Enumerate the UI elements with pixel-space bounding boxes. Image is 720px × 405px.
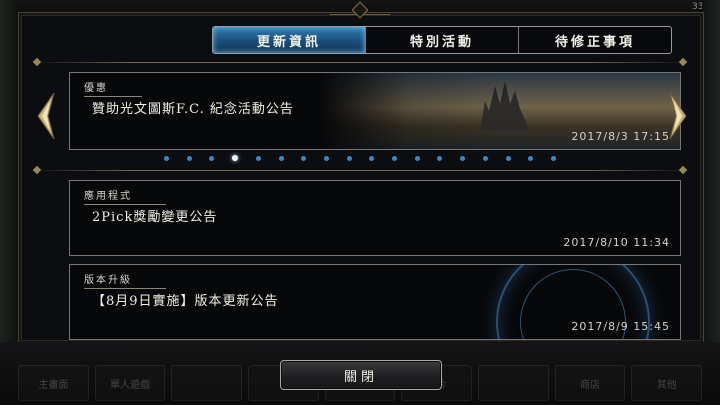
next-arrow-icon[interactable] xyxy=(668,92,688,140)
card-date: 2017/8/3 17:15 xyxy=(571,130,670,143)
bottom-nav-item: 單人遊戲 xyxy=(94,365,166,401)
top-ornament xyxy=(330,0,390,15)
card-title: 贊助光文圖斯F.C. 紀念活動公告 xyxy=(92,102,294,117)
card-title: 【8月9日實施】版本更新公告 xyxy=(92,294,279,309)
carousel-dot[interactable] xyxy=(460,155,466,161)
carousel-dot[interactable] xyxy=(482,155,488,161)
tab-special-events[interactable]: 特別活動 xyxy=(366,27,519,53)
carousel-dot[interactable] xyxy=(528,155,534,161)
card-date: 2017/8/9 15:45 xyxy=(571,320,670,333)
divider-top xyxy=(30,57,690,67)
carousel-dot[interactable] xyxy=(186,155,192,161)
bottom-nav-item xyxy=(478,365,549,401)
carousel-dot[interactable] xyxy=(369,155,375,161)
carousel-indicator[interactable] xyxy=(164,154,556,162)
carousel-dot[interactable] xyxy=(232,155,239,161)
news-card[interactable]: 應用程式 2Pick獎勵變更公告 2017/8/10 11:34 xyxy=(69,180,681,256)
prev-arrow-icon[interactable] xyxy=(36,92,56,140)
close-button[interactable]: 關閉 xyxy=(280,360,442,390)
carousel-dot[interactable] xyxy=(209,155,215,161)
carousel-dot[interactable] xyxy=(301,155,307,161)
carousel-dot[interactable] xyxy=(414,155,420,161)
tab-news[interactable]: 更新資訊 xyxy=(213,27,366,53)
carousel-dot[interactable] xyxy=(505,155,511,161)
news-card[interactable]: 版本升級 【8月9日實施】版本更新公告 2017/8/9 15:45 xyxy=(69,264,681,340)
card-title: 2Pick獎勵變更公告 xyxy=(92,210,218,225)
bottom-nav-item: 主畫面 xyxy=(18,365,89,401)
bottom-nav-item xyxy=(171,365,243,401)
carousel-dot[interactable] xyxy=(550,155,556,161)
card-tag: 應用程式 xyxy=(84,187,166,205)
carousel-dot[interactable] xyxy=(346,155,352,161)
carousel-dot[interactable] xyxy=(164,155,169,161)
card-tag: 版本升級 xyxy=(84,271,166,289)
carousel-dot[interactable] xyxy=(437,155,443,161)
carousel-dot[interactable] xyxy=(278,155,284,161)
tab-known-issues[interactable]: 待修正事項 xyxy=(519,27,671,53)
card-tag: 優惠 xyxy=(84,79,142,97)
featured-news-card[interactable]: 優惠 贊助光文圖斯F.C. 紀念活動公告 2017/8/3 17:15 xyxy=(69,72,681,150)
tab-bar: 更新資訊 特別活動 待修正事項 xyxy=(212,26,672,54)
bottom-nav-item: 商店 xyxy=(554,365,626,401)
carousel-dot[interactable] xyxy=(323,155,329,161)
card-date: 2017/8/10 11:34 xyxy=(563,236,670,249)
divider-middle xyxy=(30,165,690,175)
bottom-nav-item: 其他 xyxy=(631,365,703,401)
carousel-dot[interactable] xyxy=(392,155,398,161)
carousel-dot[interactable] xyxy=(255,155,261,161)
